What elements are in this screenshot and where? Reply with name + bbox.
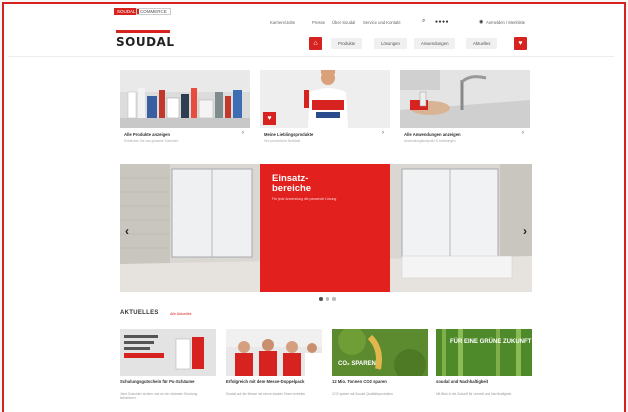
news-image: CO₂ SPAREN bbox=[332, 329, 428, 376]
favorite-badge[interactable]: ♥ bbox=[263, 112, 276, 125]
favorites-image: ♥ bbox=[260, 70, 390, 128]
soudal-logo[interactable]: SOUDAL bbox=[116, 35, 174, 49]
carousel-dot[interactable] bbox=[319, 297, 323, 301]
news-image-text: FÜR EINE GRÜNE ZUKUNFT bbox=[450, 338, 532, 345]
hero-panel[interactable]: Einsatz- bereiche Für jede Anwendung die… bbox=[260, 164, 390, 292]
nav-aktuelles[interactable]: Aktuelles bbox=[466, 38, 498, 49]
util-link-jobs[interactable]: Karriere/Jobs bbox=[270, 20, 295, 25]
carousel-dot[interactable] bbox=[332, 297, 336, 301]
applications-image bbox=[400, 70, 530, 128]
header-divider bbox=[8, 56, 614, 57]
tile-applications[interactable]: Alle Anwendungen anzeigen Anwendungsbeis… bbox=[400, 70, 530, 148]
home-button[interactable]: ⌂ bbox=[309, 37, 322, 50]
home-icon: ⌂ bbox=[313, 40, 318, 47]
top-bar: SOUDAL COMMERCE bbox=[114, 8, 534, 20]
tile-products-title: Alle Produkte anzeigen bbox=[124, 132, 171, 137]
account-link[interactable]: Anmelden / Merkliste bbox=[486, 20, 525, 25]
hero-subtitle: Für jede Anwendung die passende Lösung bbox=[272, 197, 337, 201]
news-heading: AKTUELLES bbox=[120, 310, 159, 316]
news-title: 12 Mio. Tonnen CO2 sparen bbox=[332, 379, 387, 384]
news-image-text: CO₂ SPAREN bbox=[338, 361, 376, 367]
nav-anwendungen[interactable]: Anwendungen bbox=[414, 38, 456, 49]
tile-products[interactable]: Alle Produkte anzeigen Entdecken Sie das… bbox=[120, 70, 250, 148]
util-link-presse[interactable]: Presse bbox=[312, 20, 325, 25]
news-title: Erfolgreich mit dem Messe-Doppelpack bbox=[226, 379, 305, 384]
tile-favorites-title: Meine Lieblingsprodukte bbox=[264, 132, 314, 137]
news-card[interactable]: CO₂ SPAREN 12 Mio. Tonnen CO2 sparen CO2… bbox=[332, 329, 428, 408]
hero-carousel: Einsatz- bereiche Für jede Anwendung die… bbox=[120, 164, 532, 292]
news-card[interactable]: FÜR EINE GRÜNE ZUKUNFT soudal und Nachha… bbox=[436, 329, 532, 408]
news-title: soudal und Nachhaltigkeit bbox=[436, 379, 489, 384]
news-title: Schulungsgutschein für Pu-Schäume bbox=[120, 379, 195, 384]
news-all-link[interactable]: Alle Aktuelles bbox=[170, 312, 191, 316]
chevron-right-icon[interactable]: › bbox=[382, 130, 384, 136]
news-card[interactable]: Schulungsgutschein für Pu-Schäume Jetzt … bbox=[120, 329, 216, 408]
heart-icon: ♥ bbox=[267, 115, 272, 122]
hero-title: Einsatz- bereiche bbox=[272, 174, 311, 194]
news-image: FÜR EINE GRÜNE ZUKUNFT bbox=[436, 329, 532, 376]
news-text: CO2 sparen mit Soudal Qualitätsprodukten… bbox=[332, 392, 394, 396]
news-image bbox=[226, 329, 322, 376]
util-link-about[interactable]: Über Soudal bbox=[332, 20, 355, 25]
user-icon[interactable]: ◉ bbox=[479, 19, 483, 25]
news-text: Mit Blick in die Zukunft für Umwelt und … bbox=[436, 392, 512, 396]
cart-icon: ♥ bbox=[518, 40, 523, 47]
nav-produkte[interactable]: Produkte bbox=[331, 38, 363, 49]
news-card[interactable]: Erfolgreich mit dem Messe-Doppelpack Sou… bbox=[226, 329, 322, 408]
tile-products-sub: Entdecken Sie das gesamte Sortiment bbox=[124, 139, 179, 143]
logo-bar bbox=[116, 30, 170, 33]
carousel-prev-icon[interactable]: ‹ bbox=[125, 224, 129, 238]
hero-title-line2: bereiche bbox=[272, 183, 312, 194]
social-icons[interactable]: ●●●● bbox=[435, 19, 449, 25]
chevron-right-icon[interactable]: › bbox=[242, 130, 244, 136]
tab-commerce[interactable]: COMMERCE bbox=[136, 8, 171, 15]
products-image bbox=[120, 70, 250, 128]
news-image bbox=[120, 329, 216, 376]
search-icon[interactable]: ⌕ bbox=[422, 18, 425, 25]
tab-soudal[interactable]: SOUDAL bbox=[114, 8, 139, 15]
util-link-service[interactable]: Service und Kontakt bbox=[363, 20, 400, 25]
news-text: Jetzt Gutschein sichern und an der nächs… bbox=[120, 392, 198, 400]
tile-applications-sub: Anwendungsbeispiele & Anleitungen bbox=[404, 139, 456, 143]
tile-favorites-sub: Ihre persönliche Merkliste bbox=[264, 139, 301, 143]
nav-loesungen[interactable]: Lösungen bbox=[374, 38, 407, 49]
news-text: Soudal auf der Messe mit einem starken T… bbox=[226, 392, 307, 396]
carousel-next-icon[interactable]: › bbox=[523, 224, 527, 238]
carousel-dot[interactable] bbox=[325, 297, 329, 301]
carousel-dots bbox=[319, 297, 336, 301]
tile-favorites[interactable]: ♥ Meine Lieblingsprodukte Ihre persönlic… bbox=[260, 70, 390, 148]
tile-applications-title: Alle Anwendungen anzeigen bbox=[404, 132, 461, 137]
cart-button[interactable]: ♥ bbox=[514, 37, 527, 50]
chevron-right-icon[interactable]: › bbox=[522, 130, 524, 136]
browser-page: SOUDAL COMMERCE Karriere/Jobs Presse Übe… bbox=[8, 4, 614, 408]
